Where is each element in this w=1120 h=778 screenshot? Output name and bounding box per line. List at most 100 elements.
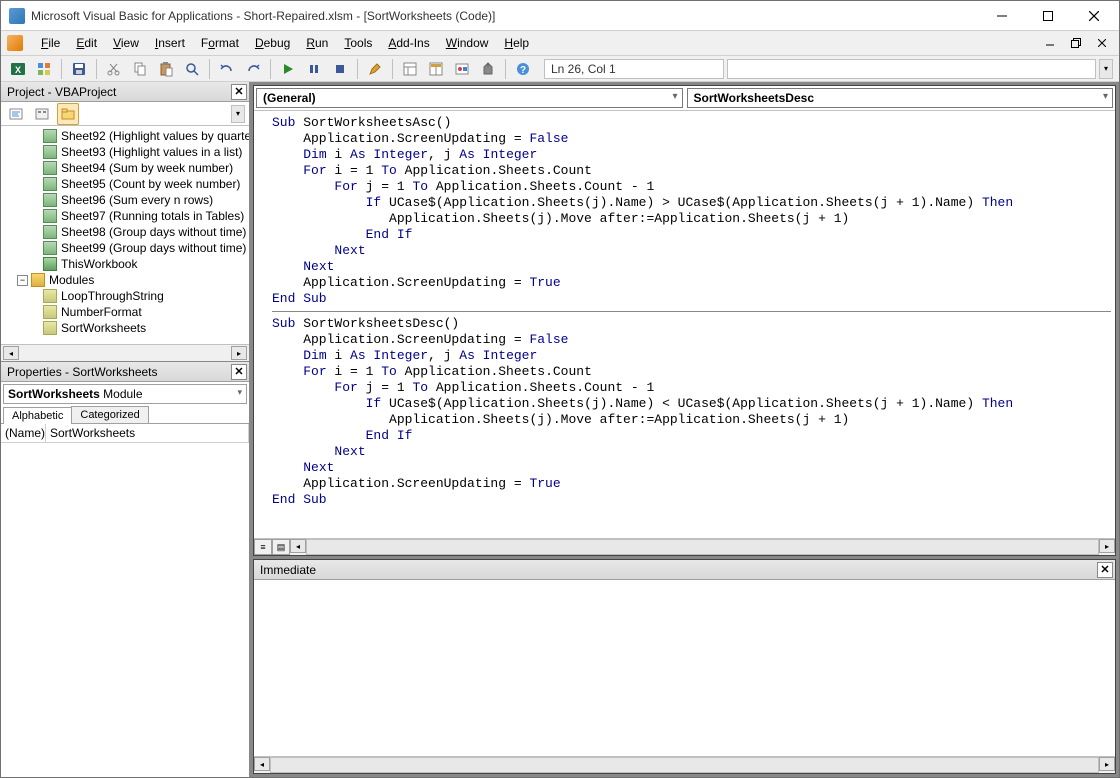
object-browser-button[interactable] [451, 58, 473, 80]
maximize-button[interactable] [1025, 1, 1071, 31]
immediate-close[interactable]: ✕ [1097, 562, 1113, 578]
immediate-hscroll[interactable]: ◂ ▸ [254, 756, 1115, 773]
menu-debug[interactable]: Debug [247, 33, 298, 53]
project-explorer-button[interactable] [399, 58, 421, 80]
tree-sheet-item[interactable]: Sheet99 (Group days without time) [1, 240, 249, 256]
properties-panel: Properties - SortWorksheets ✕ SortWorksh… [1, 361, 249, 777]
break-button[interactable] [303, 58, 325, 80]
tree-sheet-item[interactable]: Sheet93 (Highlight values in a list) [1, 144, 249, 160]
menu-run[interactable]: Run [298, 33, 336, 53]
property-value[interactable]: SortWorksheets [46, 424, 249, 443]
procedure-view-button[interactable]: ≡ [254, 539, 272, 555]
tree-module-item[interactable]: LoopThroughString [1, 288, 249, 304]
menu-file[interactable]: File [33, 33, 68, 53]
project-panel-header[interactable]: Project - VBAProject ✕ [1, 82, 249, 102]
vba-icon [7, 35, 23, 51]
collapse-icon[interactable]: − [17, 275, 28, 286]
project-hscroll[interactable]: ◂ ▸ [1, 344, 249, 361]
toolbox-button[interactable] [477, 58, 499, 80]
find-button[interactable] [181, 58, 203, 80]
scroll-left-icon[interactable]: ◂ [3, 346, 19, 360]
tree-sheet-item[interactable]: Sheet92 (Highlight values by quarter) [1, 128, 249, 144]
menu-edit[interactable]: Edit [68, 33, 105, 53]
view-object-button[interactable] [31, 103, 53, 125]
close-button[interactable] [1071, 1, 1117, 31]
worksheet-icon [43, 129, 57, 143]
tree-sheet-item[interactable]: Sheet96 (Sum every n rows) [1, 192, 249, 208]
mdi-restore-button[interactable] [1065, 33, 1087, 53]
project-toolbar-dropdown[interactable]: ▾ [231, 105, 245, 123]
module-icon [43, 289, 57, 303]
properties-panel-header[interactable]: Properties - SortWorksheets ✕ [1, 362, 249, 382]
reset-button[interactable] [329, 58, 351, 80]
copy-button[interactable] [129, 58, 151, 80]
scroll-left-icon[interactable]: ◂ [290, 539, 306, 553]
toolbar: X ? Ln 26, Col 1 ▾ [1, 56, 1119, 82]
scroll-right-icon[interactable]: ▸ [1099, 539, 1115, 553]
menu-addins[interactable]: Add-Ins [380, 33, 437, 53]
titlebar: Microsoft Visual Basic for Applications … [1, 1, 1119, 31]
worksheet-icon [43, 225, 57, 239]
tree-module-item[interactable]: SortWorksheets [1, 320, 249, 336]
object-dropdown[interactable]: (General) [256, 88, 683, 108]
worksheet-icon [43, 145, 57, 159]
undo-button[interactable] [216, 58, 238, 80]
worksheet-icon [43, 177, 57, 191]
menu-insert[interactable]: Insert [147, 33, 193, 53]
cut-button[interactable] [103, 58, 125, 80]
project-panel-close[interactable]: ✕ [231, 84, 247, 100]
tree-modules-folder[interactable]: −Modules [1, 272, 249, 288]
workbook-icon [43, 257, 57, 271]
tree-sheet-item[interactable]: Sheet98 (Group days without time) [1, 224, 249, 240]
project-tree[interactable]: Sheet92 (Highlight values by quarter) Sh… [1, 126, 249, 344]
help-button[interactable]: ? [512, 58, 534, 80]
properties-panel-close[interactable]: ✕ [231, 364, 247, 380]
redo-button[interactable] [242, 58, 264, 80]
immediate-input[interactable] [254, 580, 1115, 756]
toolbar-dropdown[interactable]: ▾ [1099, 59, 1113, 79]
save-button[interactable] [68, 58, 90, 80]
worksheet-icon [43, 241, 57, 255]
run-button[interactable] [277, 58, 299, 80]
view-excel-button[interactable]: X [7, 58, 29, 80]
immediate-header[interactable]: Immediate ✕ [254, 560, 1115, 580]
scroll-right-icon[interactable]: ▸ [231, 346, 247, 360]
property-row[interactable]: (Name) SortWorksheets [1, 424, 249, 443]
tab-categorized[interactable]: Categorized [71, 406, 148, 423]
worksheet-icon [43, 193, 57, 207]
mdi-minimize-button[interactable] [1039, 33, 1061, 53]
main-area: Project - VBAProject ✕ ▾ Sheet92 (Highli… [1, 82, 1119, 777]
tree-sheet-item[interactable]: Sheet97 (Running totals in Tables) [1, 208, 249, 224]
properties-grid[interactable]: (Name) SortWorksheets [1, 424, 249, 777]
minimize-button[interactable] [979, 1, 1025, 31]
properties-object-combo[interactable]: SortWorksheets Module ▾ [3, 384, 247, 404]
procedure-dropdown[interactable]: SortWorksheetsDesc [687, 88, 1114, 108]
menu-window[interactable]: Window [438, 33, 497, 53]
menu-view[interactable]: View [105, 33, 147, 53]
separator [96, 59, 97, 79]
worksheet-icon [43, 209, 57, 223]
tab-alphabetic[interactable]: Alphabetic [3, 407, 72, 424]
code-hscroll[interactable]: ≡ ▤ ◂ ▸ [254, 538, 1115, 555]
properties-window-button[interactable] [425, 58, 447, 80]
app-icon [9, 8, 25, 24]
menu-help[interactable]: Help [496, 33, 537, 53]
code-editor[interactable]: Sub SortWorksheetsAsc() Application.Scre… [254, 110, 1115, 538]
code-text[interactable]: Sub SortWorksheetsAsc() Application.Scre… [254, 111, 1115, 512]
menu-tools[interactable]: Tools [336, 33, 380, 53]
tree-module-item[interactable]: NumberFormat [1, 304, 249, 320]
full-module-view-button[interactable]: ▤ [272, 539, 290, 555]
design-mode-button[interactable] [364, 58, 386, 80]
scroll-left-icon[interactable]: ◂ [254, 757, 270, 771]
menu-format[interactable]: Format [193, 33, 247, 53]
window-title: Microsoft Visual Basic for Applications … [31, 9, 979, 23]
view-code-button[interactable] [5, 103, 27, 125]
scroll-right-icon[interactable]: ▸ [1099, 757, 1115, 771]
paste-button[interactable] [155, 58, 177, 80]
mdi-close-button[interactable] [1091, 33, 1113, 53]
tree-thisworkbook[interactable]: ThisWorkbook [1, 256, 249, 272]
toggle-folders-button[interactable] [57, 103, 79, 125]
insert-object-button[interactable] [33, 58, 55, 80]
tree-sheet-item[interactable]: Sheet95 (Count by week number) [1, 176, 249, 192]
tree-sheet-item[interactable]: Sheet94 (Sum by week number) [1, 160, 249, 176]
